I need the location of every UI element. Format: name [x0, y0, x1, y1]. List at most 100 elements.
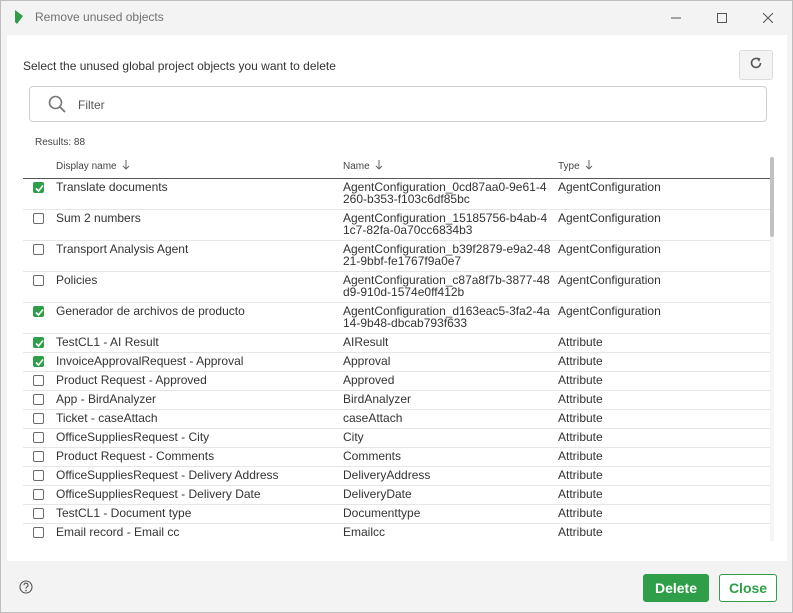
search-icon: [48, 95, 66, 118]
type-cell: AgentConfiguration: [558, 180, 661, 194]
type-cell: AgentConfiguration: [558, 242, 661, 256]
type-cell: Attribute: [558, 487, 603, 501]
checkbox-checked[interactable]: [33, 337, 44, 348]
name-cell: DeliveryAddress: [343, 468, 431, 482]
checkbox-unchecked[interactable]: [33, 527, 44, 538]
type-cell: AgentConfiguration: [558, 211, 661, 225]
table-row[interactable]: Translate documents AgentConfiguration_0c…: [23, 179, 771, 210]
checkmark-icon: [35, 184, 44, 193]
name-cell: AgentConfiguration_c87a8f7b-3877-48d9-91…: [343, 273, 550, 299]
name-cell: AgentConfiguration_0cd87aa0-9e61-4260-b3…: [343, 180, 547, 206]
checkbox-unchecked[interactable]: [33, 394, 44, 405]
table-row[interactable]: TestCL1 - Document type Documenttype Attri…: [23, 505, 771, 524]
type-cell: Attribute: [558, 430, 603, 444]
type-cell: Attribute: [558, 411, 603, 425]
name-cell: Documenttype: [343, 506, 421, 520]
table-row[interactable]: App - BirdAnalyzer BirdAnalyzer Attribute: [23, 391, 771, 410]
table-row[interactable]: OfficeSuppliesRequest - City City Attribut…: [23, 429, 771, 448]
display-name-cell: App - BirdAnalyzer: [56, 392, 157, 406]
filter-box: [29, 86, 767, 122]
type-cell: Attribute: [558, 468, 603, 482]
name-cell: AIResult: [343, 335, 389, 349]
column-header-type[interactable]: Type: [558, 160, 593, 173]
column-header-display-name[interactable]: Display name: [56, 160, 130, 173]
type-cell: Attribute: [558, 335, 603, 349]
column-header-name[interactable]: Name: [343, 160, 383, 173]
checkbox-unchecked[interactable]: [33, 508, 44, 519]
checkbox-unchecked[interactable]: [33, 275, 44, 286]
table-header: Display name Name Type: [23, 155, 771, 179]
name-cell: caseAttach: [343, 411, 403, 425]
table-row[interactable]: Transport Analysis Agent AgentConfigurati…: [23, 241, 771, 272]
checkbox-unchecked[interactable]: [33, 470, 44, 481]
checkbox-unchecked[interactable]: [33, 375, 44, 386]
type-cell: Attribute: [558, 449, 603, 463]
table-row[interactable]: Email record - Email cc Emailcc Attribute: [23, 524, 771, 541]
table-row[interactable]: OfficeSuppliesRequest - Delivery Address…: [23, 467, 771, 486]
checkbox-checked[interactable]: [33, 182, 44, 193]
display-name-cell: Policies: [56, 273, 98, 287]
name-cell: Approval: [343, 354, 391, 368]
checkbox-checked[interactable]: [33, 306, 44, 317]
name-cell: DeliveryDate: [343, 487, 412, 501]
display-name-cell: Product Request - Approved: [56, 373, 207, 387]
type-cell: Attribute: [558, 354, 603, 368]
display-name-cell: Translate documents: [56, 180, 168, 194]
checkbox-unchecked[interactable]: [33, 213, 44, 224]
display-name-cell: Transport Analysis Agent: [56, 242, 189, 256]
name-cell: Emailcc: [343, 525, 386, 539]
table-row[interactable]: Generador de archivos de producto AgentCo…: [23, 303, 771, 334]
checkbox-unchecked[interactable]: [33, 489, 44, 500]
checkbox-unchecked[interactable]: [33, 432, 44, 443]
table-row[interactable]: InvoiceApprovalRequest - Approval Approva…: [23, 353, 771, 372]
sort-down-arrow-icon: [375, 160, 383, 173]
name-cell: Comments: [343, 449, 402, 463]
scrollbar-thumb[interactable]: [770, 157, 774, 237]
display-name-cell: TestCL1 - Document type: [56, 506, 192, 520]
delete-button[interactable]: Delete: [643, 574, 709, 602]
minimize-button[interactable]: [653, 1, 699, 34]
table-row[interactable]: Ticket - caseAttach caseAttach Attribute: [23, 410, 771, 429]
sort-down-arrow-icon: [122, 160, 130, 173]
refresh-icon: [749, 56, 763, 75]
display-name-cell: Product Request - Comments: [56, 449, 215, 463]
display-name-cell: OfficeSuppliesRequest - City: [56, 430, 210, 444]
filter-input[interactable]: [76, 94, 730, 116]
table-row[interactable]: Policies AgentConfiguration_c87a8f7b-3877…: [23, 272, 771, 303]
dialog-content: Select the unused global project objects…: [7, 35, 787, 561]
type-cell: Attribute: [558, 373, 603, 387]
checkmark-icon: [35, 339, 44, 348]
name-cell: AgentConfiguration_15185756-b4ab-41c7-82…: [343, 211, 548, 237]
refresh-button[interactable]: [739, 50, 773, 80]
help-icon[interactable]: [19, 580, 33, 599]
table-row[interactable]: TestCL1 - AI Result AIResult Attribute: [23, 334, 771, 353]
table-row[interactable]: Sum 2 numbers AgentConfiguration_15185756…: [23, 210, 771, 241]
type-cell: Attribute: [558, 506, 603, 520]
checkbox-unchecked[interactable]: [33, 413, 44, 424]
table-row[interactable]: Product Request - Approved Approved Attrib…: [23, 372, 771, 391]
results-count: Results: 88: [35, 137, 86, 148]
objects-table: Display name Name Type Translate documen…: [23, 155, 771, 541]
maximize-button[interactable]: [699, 1, 745, 34]
app-logo-icon: [14, 10, 24, 24]
display-name-cell: Ticket - caseAttach: [56, 411, 158, 425]
table-row[interactable]: Product Request - Comments Comments Attrib…: [23, 448, 771, 467]
display-name-cell: TestCL1 - AI Result: [56, 335, 159, 349]
display-name-cell: Sum 2 numbers: [56, 211, 141, 225]
name-cell: BirdAnalyzer: [343, 392, 412, 406]
checkbox-checked[interactable]: [33, 356, 44, 367]
table-body: Translate documents AgentConfiguration_0c…: [23, 179, 771, 541]
checkmark-icon: [35, 308, 44, 317]
display-name-cell: OfficeSuppliesRequest - Delivery Date: [56, 487, 261, 501]
close-button[interactable]: Close: [719, 574, 777, 602]
checkbox-unchecked[interactable]: [33, 451, 44, 462]
close-window-button[interactable]: [745, 1, 791, 34]
name-cell: Approved: [343, 373, 395, 387]
display-name-cell: Generador de archivos de producto: [56, 304, 245, 318]
remove-unused-objects-dialog: Remove unused objects Select the unused …: [0, 0, 793, 613]
table-row[interactable]: OfficeSuppliesRequest - Delivery Date Del…: [23, 486, 771, 505]
type-cell: Attribute: [558, 392, 603, 406]
name-cell: AgentConfiguration_b39f2879-e9a2-4821-9b…: [343, 242, 551, 268]
window-title: Remove unused objects: [35, 10, 164, 24]
checkbox-unchecked[interactable]: [33, 244, 44, 255]
